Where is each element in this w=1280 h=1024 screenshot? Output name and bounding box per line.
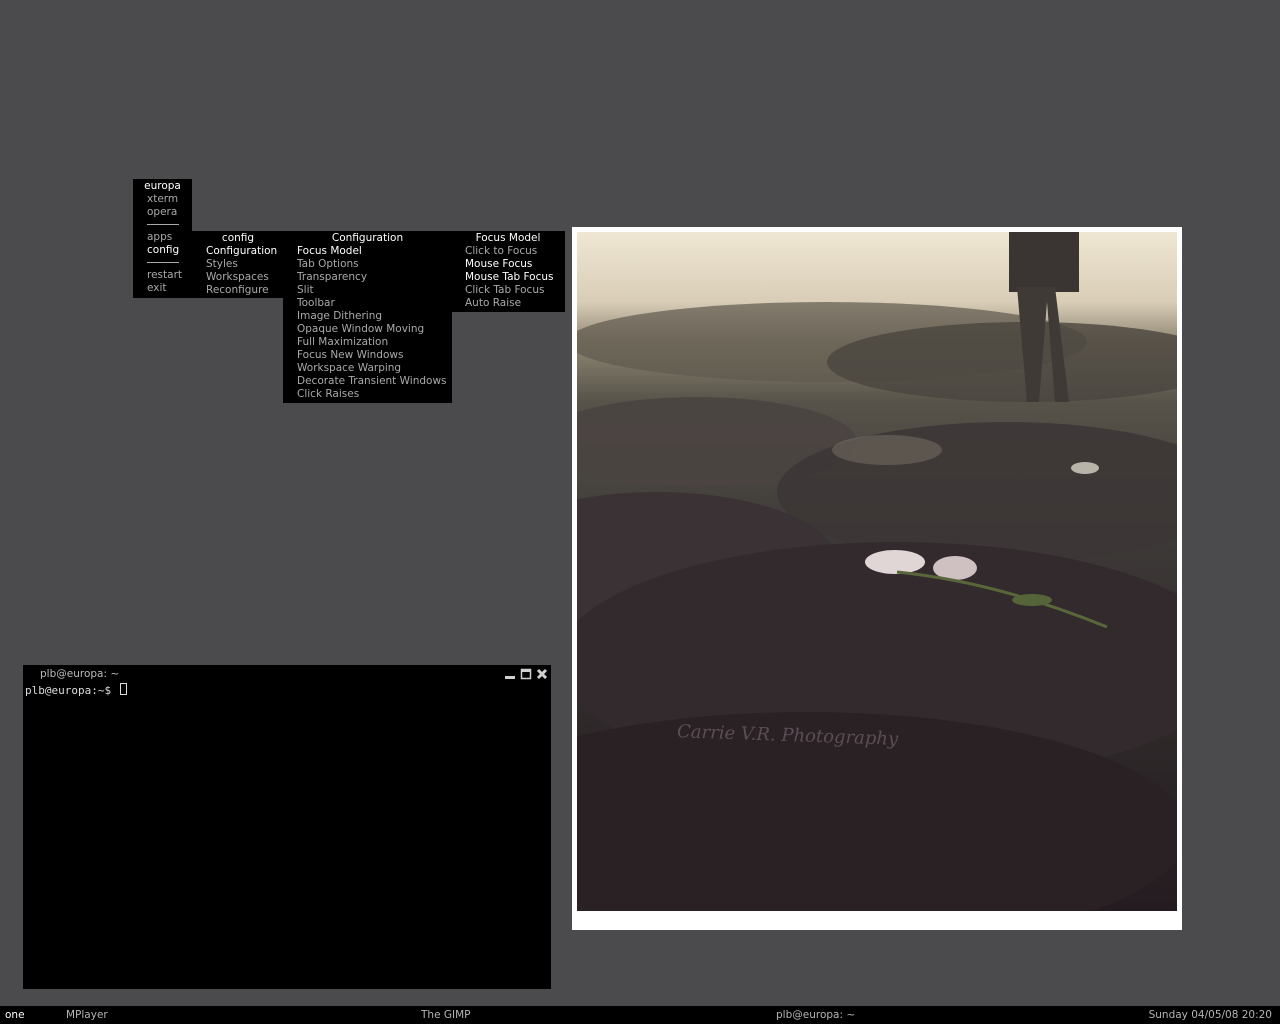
menu-item-mouse-focus[interactable]: Mouse Focus: [451, 258, 565, 271]
menu-separator: [147, 262, 179, 263]
menu-item-transparency[interactable]: Transparency: [283, 271, 452, 284]
root-menu-title: europa: [144, 180, 181, 192]
menu-item-workspace-warping[interactable]: Workspace Warping: [283, 362, 452, 375]
menu-item-mouse-tab-focus[interactable]: Mouse Tab Focus: [451, 271, 565, 284]
menu-item-click-to-focus[interactable]: Click to Focus: [451, 245, 565, 258]
taskbar: one MPlayer The GIMP plb@europa: ~ Sunda…: [0, 1006, 1280, 1024]
image-viewer-window[interactable]: Carrie V.R. Photography: [572, 227, 1182, 930]
menu-item-full-maximization[interactable]: Full Maximization: [283, 336, 452, 349]
photo-image: Carrie V.R. Photography: [577, 232, 1177, 911]
menu-item-apps[interactable]: apps: [133, 231, 192, 244]
config-menu-title: config: [221, 232, 255, 244]
menu-item-configuration[interactable]: Configuration: [192, 245, 284, 258]
task-mplayer[interactable]: MPlayer: [66, 1006, 108, 1024]
menu-item-opera[interactable]: opera: [133, 206, 192, 219]
task-gimp[interactable]: The GIMP: [421, 1006, 471, 1024]
close-icon[interactable]: [536, 668, 548, 680]
terminal-window[interactable]: plb@europa: ~ plb@europa:~$: [23, 665, 551, 989]
menu-item-image-dithering[interactable]: Image Dithering: [283, 310, 452, 323]
menu-item-styles[interactable]: Styles: [192, 258, 284, 271]
menu-item-xterm[interactable]: xterm: [133, 193, 192, 206]
menu-item-decorate-transient-windows[interactable]: Decorate Transient Windows: [283, 375, 452, 388]
menu-item-slit[interactable]: Slit: [283, 284, 452, 297]
menu-item-toolbar[interactable]: Toolbar: [283, 297, 452, 310]
minimize-icon[interactable]: [504, 668, 516, 680]
menu-item-click-raises[interactable]: Click Raises: [283, 388, 452, 401]
config-menu: config Configuration Styles Workspaces R…: [192, 231, 284, 298]
menu-item-config[interactable]: config: [133, 244, 192, 257]
task-terminal[interactable]: plb@europa: ~: [776, 1006, 855, 1024]
configuration-menu: Configuration Focus Model Tab Options Tr…: [283, 231, 452, 403]
workspace-name[interactable]: one: [5, 1006, 25, 1024]
focus-model-menu-title: Focus Model: [475, 232, 541, 244]
menu-item-opaque-window-moving[interactable]: Opaque Window Moving: [283, 323, 452, 336]
menu-item-auto-raise[interactable]: Auto Raise: [451, 297, 565, 310]
terminal-titlebar[interactable]: plb@europa: ~: [23, 665, 551, 683]
maximize-icon[interactable]: [520, 668, 532, 680]
menu-item-tab-options[interactable]: Tab Options: [283, 258, 452, 271]
menu-item-restart[interactable]: restart: [133, 269, 192, 282]
menu-item-workspaces[interactable]: Workspaces: [192, 271, 284, 284]
menu-item-focus-model[interactable]: Focus Model: [283, 245, 452, 258]
menu-item-exit[interactable]: exit: [133, 282, 192, 295]
root-menu: europa xterm opera apps config restart e…: [133, 179, 192, 298]
terminal-title: plb@europa: ~: [40, 668, 120, 680]
terminal-prompt: plb@europa:~$: [25, 684, 118, 697]
menu-item-click-tab-focus[interactable]: Click Tab Focus: [451, 284, 565, 297]
terminal-cursor: [119, 683, 127, 695]
configuration-menu-title: Configuration: [331, 232, 404, 244]
focus-model-menu: Focus Model Click to Focus Mouse Focus M…: [451, 231, 565, 312]
clock: Sunday 04/05/08 20:20: [1148, 1009, 1272, 1021]
menu-separator: [147, 224, 179, 225]
menu-item-focus-new-windows[interactable]: Focus New Windows: [283, 349, 452, 362]
photo-rocks-graphic: [577, 232, 1177, 911]
menu-item-reconfigure[interactable]: Reconfigure: [192, 284, 284, 297]
terminal-body[interactable]: plb@europa:~$: [23, 683, 551, 697]
